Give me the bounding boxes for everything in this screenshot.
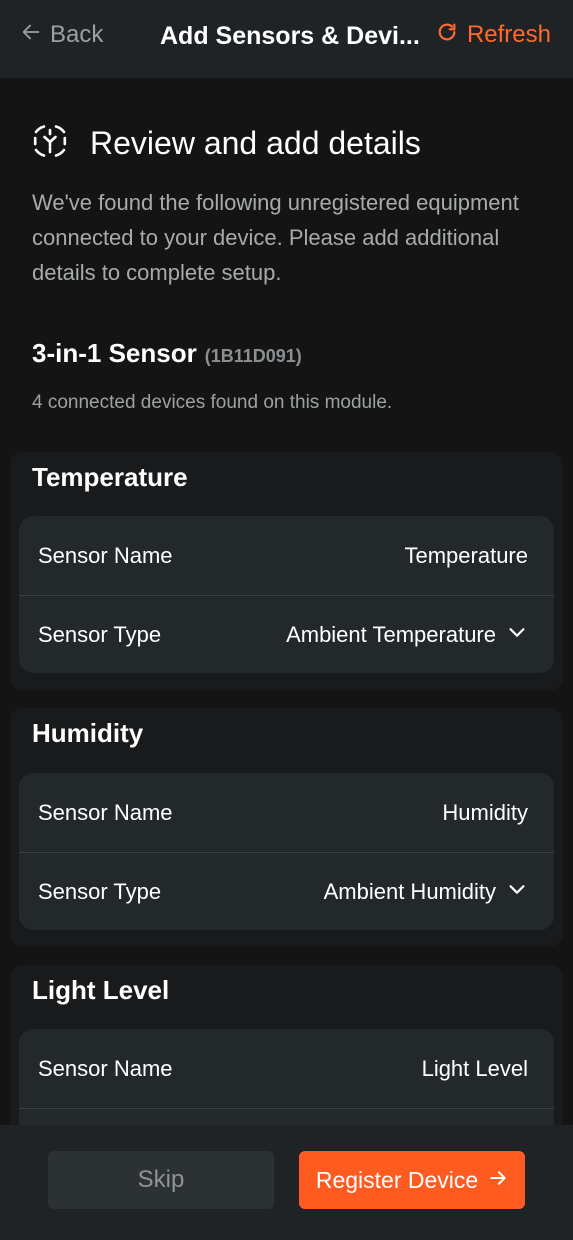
module-device-count: 4 connected devices found on this module… [32,392,393,413]
sensor-type-label: Sensor Type [38,879,162,904]
chevron-down-icon [506,878,528,906]
sensor-name-row[interactable]: Sensor Name Light Level [19,1029,554,1108]
skip-button[interactable]: Skip [48,1151,274,1209]
sensor-name-value[interactable]: Temperature [404,543,528,569]
chevron-down-icon [506,621,528,649]
intro-header: Review and add details [32,123,421,164]
module-name: 3-in-1 Sensor [32,338,197,368]
sensor-name-row[interactable]: Sensor Name Humidity [19,773,554,852]
sensor-card-humidity: Sensor Name Humidity Sensor Type Ambient… [19,773,554,930]
sensor-type-row[interactable]: Sensor Type Ambient Humidity [19,852,554,930]
sensor-name-label: Sensor Name [38,1055,173,1081]
section-title: Light Level [32,975,170,1005]
section-title: Humidity [32,718,144,748]
sensor-type-row[interactable]: Sensor Type Ambient Temperature [19,595,554,673]
sensor-name-label: Sensor Name [38,799,173,825]
module-heading: 3-in-1 Sensor (1B11D091) [32,338,302,369]
sensor-type-value: Ambient Temperature [286,622,496,647]
refresh-button[interactable]: Refresh [436,20,551,50]
back-button[interactable]: Back [20,20,103,50]
sensor-name-row[interactable]: Sensor Name Temperature [19,516,554,595]
sensor-type-row[interactable] [19,1108,554,1125]
register-device-label: Register Device [315,1166,479,1193]
sensor-name-value[interactable]: Light Level [422,1056,528,1082]
sensor-card-temperature: Sensor Name Temperature Sensor Type Ambi… [19,516,554,673]
sensor-name-label: Sensor Name [38,542,173,568]
scan-icon [32,123,68,164]
sensor-type-label: Sensor Type [38,622,162,647]
page-title: Add Sensors & Devi... [160,22,420,50]
intro-description: We've found the following unregistered e… [32,190,519,285]
sensor-type-value: Ambient Humidity [323,879,496,904]
arrow-right-icon [488,1167,508,1194]
sensor-name-value[interactable]: Humidity [442,800,528,826]
module-id: (1B11D091) [204,346,302,366]
back-label: Back [50,21,104,48]
sensor-card-light-level: Sensor Name Light Level [19,1029,554,1125]
refresh-label: Refresh [466,21,551,48]
top-bar: Back Add Sensors & Devi... Refresh [0,0,573,78]
content-area[interactable]: Review and add details We've found the f… [0,78,573,1125]
sensor-type-select[interactable]: Ambient Temperature [286,621,528,649]
section-title: Temperature [32,462,188,492]
intro-title: Review and add details [90,125,421,161]
footer-bar: Skip Register Device [0,1125,573,1240]
register-device-button[interactable]: Register Device [299,1151,525,1209]
sensor-type-select[interactable]: Ambient Humidity [324,878,528,906]
arrow-left-icon [20,21,42,50]
refresh-icon [436,21,458,50]
